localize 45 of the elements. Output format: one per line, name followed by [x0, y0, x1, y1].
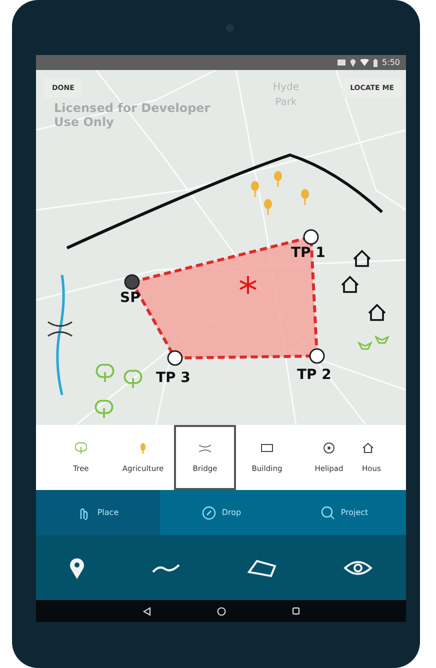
- wifi-icon: [360, 59, 370, 66]
- back-icon[interactable]: [142, 606, 150, 616]
- tree-icon: [96, 364, 114, 382]
- target-icon: [323, 442, 335, 454]
- mode-tab[interactable]: Place: [36, 490, 160, 535]
- point-label: TP 2: [297, 367, 332, 383]
- recents-icon[interactable]: [292, 607, 300, 615]
- location-icon: [350, 58, 356, 66]
- pin-tool-button[interactable]: [69, 556, 85, 578]
- crown-icon: [357, 341, 373, 350]
- battery-icon: [373, 58, 378, 66]
- notification-icon: [337, 59, 346, 66]
- bridge-icon: [48, 321, 72, 337]
- house-icon: [362, 442, 374, 454]
- tree-icon: [124, 370, 142, 388]
- polygon-tool-button[interactable]: [247, 558, 277, 578]
- eye-icon: [343, 560, 373, 576]
- home-icon[interactable]: [216, 606, 226, 616]
- point-marker[interactable]: [124, 274, 140, 290]
- tree-icon: [94, 400, 114, 418]
- point-label: TP 1: [291, 245, 326, 261]
- point-marker[interactable]: [303, 229, 319, 245]
- rectangle-icon: [261, 442, 273, 454]
- license-text: Licensed for Developer Use Only: [54, 101, 212, 129]
- point-label: SP: [120, 290, 140, 306]
- wheat-icon: [301, 189, 309, 205]
- house-icon: [368, 304, 386, 321]
- polygon-icon: [247, 558, 277, 578]
- search-icon: [320, 506, 335, 520]
- point-label: TP 3: [156, 370, 190, 386]
- wheat-icon: [251, 181, 259, 197]
- crown-icon: [374, 335, 390, 344]
- wheat-icon: [274, 171, 282, 187]
- clock-time: 5:50: [382, 58, 400, 67]
- pin-icon: [69, 556, 85, 578]
- point-marker[interactable]: [167, 350, 183, 366]
- compass-icon: [202, 506, 216, 520]
- wheat-icon: [264, 199, 272, 215]
- bridge-icon: [199, 442, 211, 454]
- eye-tool-button[interactable]: [343, 560, 373, 576]
- point-marker[interactable]: [309, 348, 325, 364]
- house-icon: [353, 250, 371, 267]
- tree-icon: [75, 442, 87, 454]
- house-icon: [341, 276, 359, 293]
- asterisk-icon: [239, 275, 257, 295]
